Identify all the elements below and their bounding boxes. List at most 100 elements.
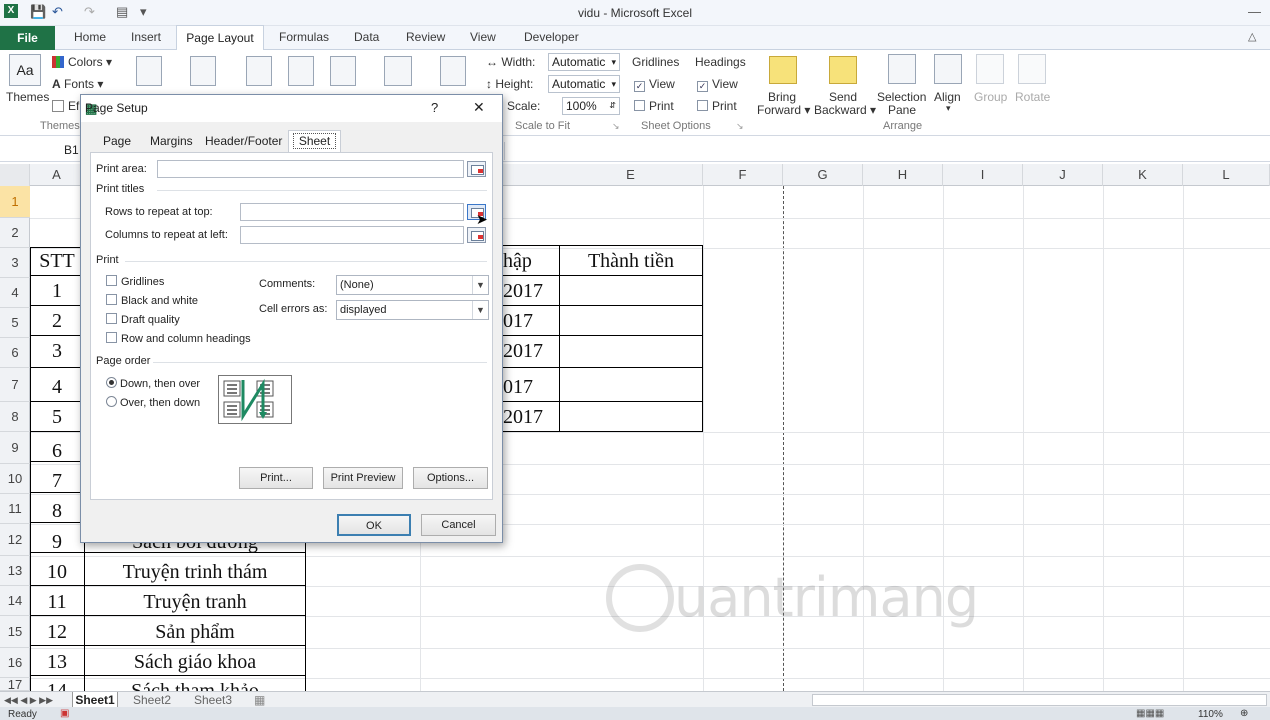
column-header[interactable]: H bbox=[863, 164, 943, 186]
print-titles-icon[interactable] bbox=[440, 56, 466, 86]
gridlines-view-checkbox[interactable]: ✓ View bbox=[634, 77, 675, 92]
sheet-tab-sheet3[interactable]: Sheet3 bbox=[194, 692, 232, 708]
comments-select[interactable]: (None) ▼ bbox=[336, 275, 489, 295]
scale-spinner[interactable]: 100% ⇵ bbox=[562, 97, 620, 115]
row-header[interactable]: 17 bbox=[0, 678, 30, 691]
orientation-icon[interactable] bbox=[190, 56, 216, 86]
bring-forward-label-2[interactable]: Forward ▾ bbox=[757, 103, 810, 117]
cell-b13[interactable]: Truyện trinh thám bbox=[85, 561, 305, 584]
row-header[interactable]: 14 bbox=[0, 586, 30, 616]
height-combo[interactable]: Automatic ▾ bbox=[548, 75, 620, 93]
row-header[interactable]: 4 bbox=[0, 278, 30, 308]
row-header[interactable]: 7 bbox=[0, 368, 30, 402]
ribbon-minimize-icon[interactable]: △ bbox=[1248, 30, 1256, 43]
column-header[interactable]: F bbox=[703, 164, 783, 186]
tab-page[interactable]: Page bbox=[103, 132, 131, 150]
bring-forward-icon[interactable] bbox=[769, 56, 797, 84]
cell-a8[interactable]: 5 bbox=[30, 406, 84, 429]
column-header[interactable]: I bbox=[943, 164, 1023, 186]
minimize-icon[interactable]: — bbox=[1248, 4, 1261, 19]
row-header[interactable]: 10 bbox=[0, 464, 30, 494]
breaks-icon[interactable] bbox=[330, 56, 356, 86]
headings-print-checkbox[interactable]: Print bbox=[697, 99, 737, 113]
send-backward-icon[interactable] bbox=[829, 56, 857, 84]
rotate-button[interactable]: Rotate bbox=[1015, 90, 1050, 104]
select-all-corner[interactable] bbox=[0, 164, 30, 186]
down-then-over-radio[interactable]: Down, then over bbox=[106, 377, 200, 390]
cell-d5[interactable]: 017 bbox=[503, 310, 559, 333]
sheet-tab-sheet2[interactable]: Sheet2 bbox=[133, 692, 171, 708]
row-header[interactable]: 13 bbox=[0, 556, 30, 586]
cell-a5[interactable]: 2 bbox=[30, 310, 84, 333]
row-header[interactable]: 9 bbox=[0, 432, 30, 464]
column-header[interactable]: L bbox=[1183, 164, 1270, 186]
cell-errors-select[interactable]: displayed ▼ bbox=[336, 300, 489, 320]
row-header[interactable]: 1 bbox=[0, 186, 30, 218]
insert-sheet-icon[interactable]: ▦ bbox=[254, 692, 265, 708]
cell-a3[interactable]: STT bbox=[30, 250, 84, 273]
row-header[interactable]: 15 bbox=[0, 616, 30, 648]
print-button[interactable]: Print... bbox=[239, 467, 313, 489]
send-backward-label-2[interactable]: Backward ▾ bbox=[814, 103, 876, 117]
tab-page-layout[interactable]: Page Layout bbox=[176, 25, 264, 51]
cell-d4[interactable]: 2017 bbox=[503, 280, 559, 303]
zoom-in-icon[interactable]: ⊕ bbox=[1240, 708, 1248, 719]
row-header[interactable]: 11 bbox=[0, 494, 30, 524]
name-box[interactable]: B1 bbox=[64, 143, 79, 157]
cell-a6[interactable]: 3 bbox=[30, 340, 84, 363]
cell-a16[interactable]: 13 bbox=[30, 651, 84, 674]
cell-d8[interactable]: 2017 bbox=[503, 406, 559, 429]
dialog-launcher-icon[interactable]: ↘ bbox=[736, 121, 744, 132]
options-button[interactable]: Options... bbox=[413, 467, 488, 489]
collapse-dialog-icon[interactable] bbox=[467, 161, 486, 177]
horizontal-scrollbar[interactable] bbox=[812, 694, 1267, 706]
cell-d3[interactable]: hập bbox=[503, 250, 559, 273]
fonts-button[interactable]: A Fonts ▾ bbox=[52, 77, 103, 91]
row-header[interactable]: 2 bbox=[0, 218, 30, 248]
background-icon[interactable] bbox=[384, 56, 412, 86]
size-icon[interactable] bbox=[246, 56, 272, 86]
tab-review[interactable]: Review bbox=[406, 30, 445, 44]
cell-a13[interactable]: 10 bbox=[30, 561, 84, 584]
cell-a14[interactable]: 11 bbox=[30, 591, 84, 614]
cell-b17[interactable]: Sách tham khảo bbox=[85, 680, 305, 691]
sheet-nav-icon[interactable]: ◀◀ ◀ ▶ ▶▶ bbox=[4, 692, 53, 708]
cancel-button[interactable]: Cancel bbox=[421, 514, 496, 536]
row-header[interactable]: 12 bbox=[0, 524, 30, 556]
column-header[interactable]: K bbox=[1103, 164, 1183, 186]
over-then-down-radio[interactable]: Over, then down bbox=[106, 396, 200, 409]
dialog-launcher-icon[interactable]: ↘ bbox=[612, 121, 620, 132]
print-area-input[interactable] bbox=[157, 160, 464, 178]
print-area-icon[interactable] bbox=[288, 56, 314, 86]
cell-b16[interactable]: Sách giáo khoa bbox=[85, 651, 305, 674]
print-preview-button[interactable]: Print Preview bbox=[323, 467, 403, 489]
align-icon[interactable] bbox=[934, 54, 962, 84]
row-header[interactable]: 5 bbox=[0, 308, 30, 338]
help-button[interactable]: ? bbox=[431, 100, 438, 115]
close-button[interactable]: ✕ bbox=[473, 99, 485, 116]
zoom-level[interactable]: 110% bbox=[1198, 709, 1223, 720]
cell-a15[interactable]: 12 bbox=[30, 621, 84, 644]
column-header[interactable]: E bbox=[559, 164, 703, 186]
view-normal-icon[interactable]: ▦▦▦ bbox=[1136, 708, 1164, 719]
cell-a17[interactable]: 14 bbox=[30, 680, 84, 691]
row-header[interactable]: 8 bbox=[0, 402, 30, 432]
tab-formulas[interactable]: Formulas bbox=[279, 30, 329, 44]
group-button[interactable]: Group bbox=[974, 90, 1007, 104]
cell-d7[interactable]: 017 bbox=[503, 376, 559, 399]
collapse-dialog-icon[interactable] bbox=[467, 227, 486, 243]
tab-data[interactable]: Data bbox=[354, 30, 379, 44]
cell-a4[interactable]: 1 bbox=[30, 280, 84, 303]
gridlines-checkbox[interactable]: Gridlines bbox=[106, 275, 164, 288]
tab-home[interactable]: Home bbox=[74, 30, 106, 44]
colors-button[interactable]: Colors ▾ bbox=[52, 55, 112, 69]
tab-header-footer[interactable]: Header/Footer bbox=[205, 132, 282, 150]
ok-button[interactable]: OK bbox=[337, 514, 411, 536]
tab-insert[interactable]: Insert bbox=[131, 30, 161, 44]
cell-a12[interactable]: 9 bbox=[30, 531, 84, 554]
selection-pane-icon[interactable] bbox=[888, 54, 916, 84]
selection-pane-label-2[interactable]: Pane bbox=[888, 103, 916, 117]
black-white-checkbox[interactable]: Black and white bbox=[106, 294, 198, 307]
group-icon[interactable] bbox=[976, 54, 1004, 84]
themes-button[interactable]: Themes bbox=[6, 90, 49, 104]
